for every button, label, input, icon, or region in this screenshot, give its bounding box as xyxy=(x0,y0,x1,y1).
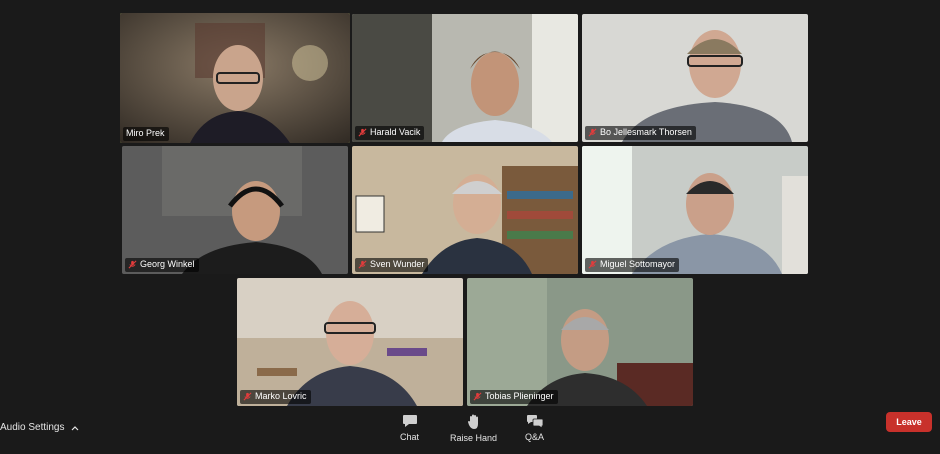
video-tile-tobias-plieninger[interactable]: Tobias Plieninger xyxy=(467,278,693,406)
video-tile-miro-prek[interactable]: Miro Prek xyxy=(120,13,350,143)
video-tile-harald-vacik[interactable]: Harald Vacik xyxy=(352,14,578,142)
participant-name: Miguel Sottomayor xyxy=(600,259,676,269)
participant-name-tag: Marko Lovric xyxy=(240,390,311,404)
video-tile-miguel-sottomayor[interactable]: Miguel Sottomayor xyxy=(582,146,808,274)
participant-video xyxy=(467,278,693,406)
participant-name: Georg Winkel xyxy=(140,259,195,269)
qa-label: Q&A xyxy=(525,432,545,442)
participant-video xyxy=(352,14,578,142)
hand-icon xyxy=(467,414,478,429)
chevron-up-icon xyxy=(71,425,78,430)
microphone-muted-icon xyxy=(358,128,367,137)
leave-button[interactable]: Leave xyxy=(886,412,932,432)
video-tile-sven-wunder[interactable]: Sven Wunder xyxy=(352,146,578,274)
raise-hand-label: Raise Hand xyxy=(450,433,498,443)
participant-name: Marko Lovric xyxy=(255,391,307,401)
qa-bubbles-icon xyxy=(526,415,543,429)
participant-name-tag: Bo Jellesmark Thorsen xyxy=(585,126,696,140)
microphone-muted-icon xyxy=(128,260,137,269)
chat-label: Chat xyxy=(400,432,420,442)
raise-hand-button[interactable]: Raise Hand xyxy=(450,414,497,443)
chat-bubble-icon xyxy=(402,415,417,427)
microphone-muted-icon xyxy=(243,392,252,401)
participant-name-tag: Miro Prek xyxy=(123,127,169,141)
participant-name-tag: Harald Vacik xyxy=(355,126,425,140)
participant-name-tag: Miguel Sottomayor xyxy=(585,258,680,272)
participant-video xyxy=(582,14,808,142)
microphone-muted-icon xyxy=(473,392,482,401)
microphone-muted-icon xyxy=(358,260,367,269)
participant-name-tag: Tobias Plieninger xyxy=(470,390,558,404)
participant-name: Miro Prek xyxy=(126,128,165,138)
participant-video xyxy=(582,146,808,274)
leave-label: Leave xyxy=(896,417,922,427)
qa-button[interactable]: Q&A xyxy=(525,414,544,442)
video-tile-marko-lovric[interactable]: Marko Lovric xyxy=(237,278,463,406)
participant-name: Harald Vacik xyxy=(370,127,421,137)
participant-name-tag: Georg Winkel xyxy=(125,258,199,272)
participant-name: Tobias Plieninger xyxy=(485,391,554,401)
participant-video xyxy=(120,13,350,143)
participant-name: Sven Wunder xyxy=(370,259,425,269)
video-tile-georg-winkel[interactable]: Georg Winkel xyxy=(122,146,348,274)
participant-name-tag: Sven Wunder xyxy=(355,258,429,272)
microphone-muted-icon xyxy=(588,128,597,137)
meeting-toolbar: Audio Settings Chat Raise Hand Q&A Leave xyxy=(0,410,940,454)
audio-settings-button[interactable]: Audio Settings xyxy=(0,422,79,433)
microphone-muted-icon xyxy=(588,260,597,269)
participant-name: Bo Jellesmark Thorsen xyxy=(600,127,692,137)
video-tile-bo-jellesmark-thorsen[interactable]: Bo Jellesmark Thorsen xyxy=(582,14,808,142)
participant-video xyxy=(122,146,348,274)
participant-video xyxy=(352,146,578,274)
audio-settings-label: Audio Settings xyxy=(0,422,65,433)
participant-video xyxy=(237,278,463,406)
chat-button[interactable]: Chat xyxy=(400,414,419,442)
